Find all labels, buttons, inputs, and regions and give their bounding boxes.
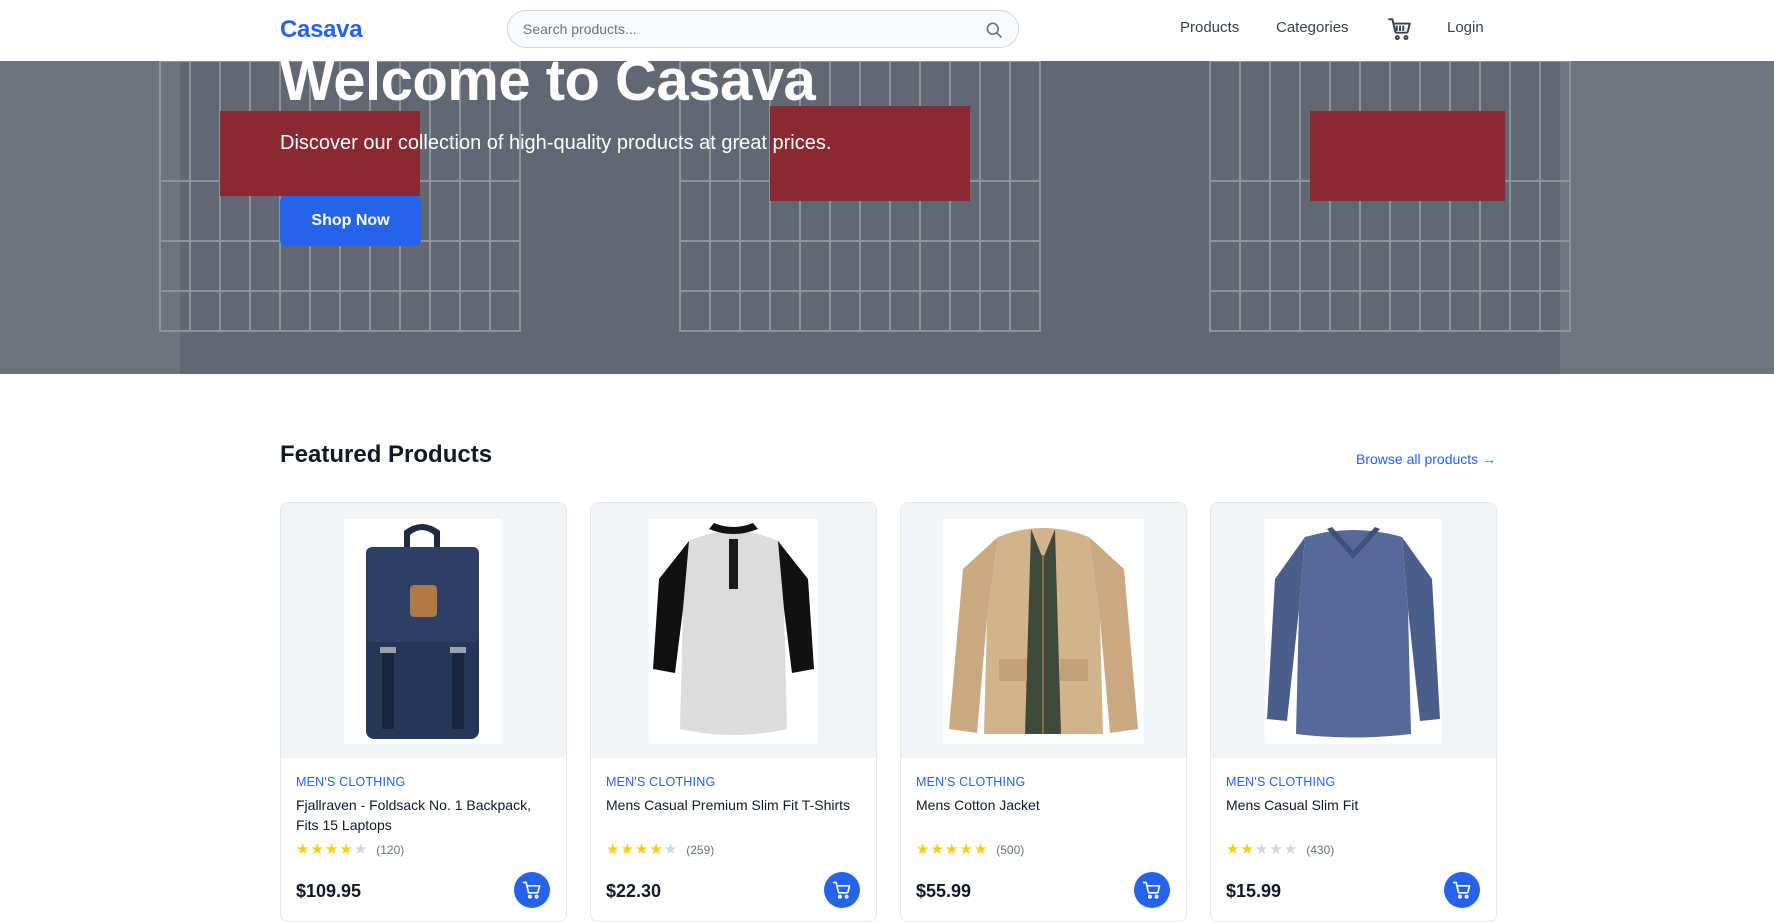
- product-rating: ★ ★ ★ ★ ★ (259): [606, 842, 714, 858]
- product-price: $109.95: [296, 881, 362, 901]
- product-title[interactable]: Mens Casual Premium Slim Fit T-Shirts: [606, 795, 856, 815]
- rating-count: (259): [686, 843, 715, 857]
- product-category[interactable]: MEN'S CLOTHING: [296, 775, 405, 789]
- product-image-tshirt[interactable]: [649, 519, 818, 744]
- star-empty-icon: ★: [353, 841, 368, 858]
- product-card[interactable]: MEN'S CLOTHING Mens Casual Premium Slim …: [590, 502, 877, 922]
- nav-products-link[interactable]: Products: [1180, 19, 1239, 36]
- cart-icon: [832, 881, 851, 899]
- cart-icon: [1452, 881, 1471, 899]
- add-to-cart-button[interactable]: [1444, 872, 1480, 908]
- nav-login-link[interactable]: Login: [1447, 19, 1484, 36]
- rating-count: (120): [376, 843, 405, 857]
- star-filled-icon: ★: [930, 841, 944, 858]
- product-card[interactable]: MEN'S CLOTHING Fjallraven - Foldsack No.…: [280, 502, 567, 922]
- star-filled-icon: ★: [973, 841, 988, 858]
- star-empty-icon: ★: [1254, 841, 1269, 858]
- hero-subtitle: Discover our collection of high-quality …: [280, 132, 832, 154]
- product-title[interactable]: Mens Casual Slim Fit: [1226, 795, 1476, 815]
- star-filled-icon: ★: [1226, 841, 1240, 858]
- rating-count: (430): [1306, 843, 1335, 857]
- product-title[interactable]: Mens Cotton Jacket: [916, 795, 1166, 815]
- add-to-cart-button[interactable]: [514, 872, 550, 908]
- cart-icon: [1142, 881, 1161, 899]
- star-filled-icon: ★: [959, 841, 973, 858]
- star-filled-icon: ★: [620, 841, 634, 858]
- hero-title: Welcome to Casava: [280, 61, 816, 113]
- star-filled-icon: ★: [634, 841, 649, 858]
- nav-categories-link[interactable]: Categories: [1276, 19, 1349, 36]
- product-price: $22.30: [606, 881, 662, 901]
- star-filled-icon: ★: [916, 841, 930, 858]
- navbar: Casava Products Categories Login: [0, 0, 1774, 61]
- product-image-area: [1211, 503, 1496, 758]
- product-card[interactable]: MEN'S CLOTHING Mens Casual Slim Fit ★ ★ ★ ★…: [1210, 502, 1497, 922]
- product-category[interactable]: MEN'S CLOTHING: [606, 775, 715, 789]
- star-filled-icon: ★: [944, 841, 959, 858]
- product-category[interactable]: MEN'S CLOTHING: [916, 775, 1025, 789]
- star-empty-icon: ★: [663, 841, 678, 858]
- star-filled-icon: ★: [296, 841, 310, 858]
- product-category[interactable]: MEN'S CLOTHING: [1226, 775, 1335, 789]
- product-rating: ★ ★ ★ ★ ★ (120): [296, 842, 404, 858]
- product-rating: ★ ★ ★ ★ ★ (430): [1226, 842, 1334, 858]
- featured-products-heading: Featured Products: [280, 441, 493, 468]
- hero-background-image: [0, 61, 1774, 374]
- product-image-area: [281, 503, 566, 758]
- star-filled-icon: ★: [324, 841, 339, 858]
- product-title[interactable]: Fjallraven - Foldsack No. 1 Backpack, Fi…: [296, 795, 546, 835]
- product-image-area: [591, 503, 876, 758]
- product-price: $15.99: [1226, 881, 1282, 901]
- logo[interactable]: Casava: [280, 16, 363, 44]
- star-empty-icon: ★: [1269, 841, 1283, 858]
- browse-all-products-link[interactable]: Browse all products →: [1356, 451, 1496, 467]
- star-filled-icon: ★: [606, 841, 620, 858]
- star-filled-icon: ★: [310, 841, 324, 858]
- product-image-longsleeve[interactable]: [1265, 519, 1442, 744]
- star-filled-icon: ★: [339, 841, 353, 858]
- star-filled-icon: ★: [1240, 841, 1254, 858]
- search-input[interactable]: [523, 11, 963, 47]
- product-rating: ★ ★ ★ ★ ★ (500): [916, 842, 1024, 858]
- add-to-cart-button[interactable]: [824, 872, 860, 908]
- hero-banner: Welcome to Casava Discover our collectio…: [0, 61, 1774, 374]
- cart-icon: [522, 881, 541, 899]
- star-filled-icon: ★: [649, 841, 663, 858]
- add-to-cart-button[interactable]: [1134, 872, 1170, 908]
- product-image-area: [901, 503, 1186, 758]
- search-icon[interactable]: [984, 20, 1004, 40]
- shop-now-button[interactable]: Shop Now: [280, 196, 421, 246]
- cart-icon[interactable]: [1387, 16, 1413, 42]
- product-image-jacket[interactable]: [943, 519, 1144, 744]
- product-card[interactable]: MEN'S CLOTHING Mens Cotton Jacket ★ ★ ★ ★ ★(…: [900, 502, 1187, 922]
- search-bar: [507, 10, 1019, 48]
- star-empty-icon: ★: [1283, 841, 1298, 858]
- rating-count: (500): [996, 843, 1025, 857]
- product-price: $55.99: [916, 881, 972, 901]
- product-image-backpack[interactable]: [344, 519, 501, 744]
